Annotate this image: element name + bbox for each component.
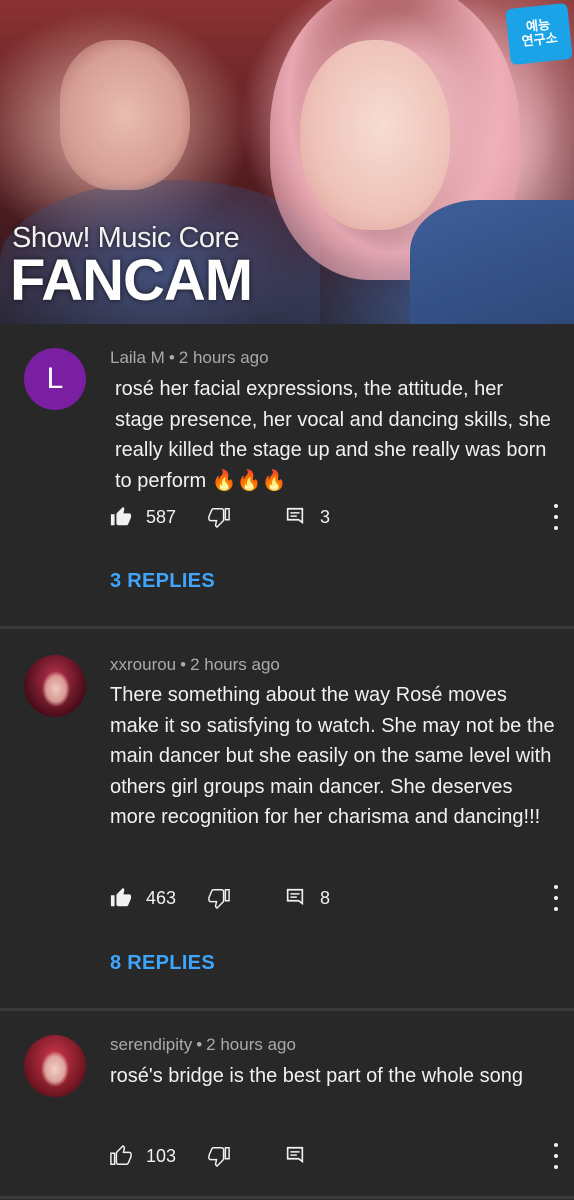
comment-actions: 587 3 [110,502,560,532]
comment-time: 2 hours ago [190,655,280,674]
comment-time: 2 hours ago [206,1035,296,1054]
meta-separator: • [196,1035,203,1054]
reply-button[interactable]: 8 [284,883,330,913]
video-thumbnail[interactable]: 예능 연구소 Show! Music Core FANCAM [0,0,574,324]
meta-separator: • [180,655,187,674]
thumbs-up-icon [110,506,132,526]
thumbs-down-icon [208,1147,230,1167]
like-button[interactable]: 587 [110,502,176,532]
avatar-letter: L [46,362,64,395]
comment-reply-icon [286,507,304,525]
more-vert-icon[interactable] [552,504,560,530]
comment-meta: serendipity • 2 hours ago [110,1035,296,1055]
dislike-button[interactable] [208,883,230,913]
comment-text: There something about the way Rosé moves… [110,684,555,828]
comment-item: xxrourou • 2 hours ago There something abo… [0,629,574,1008]
like-count: 463 [146,887,177,908]
like-button[interactable]: 463 [110,883,176,913]
view-replies-button[interactable]: 3 REPLIES [110,570,215,593]
reply-button[interactable]: 3 [284,502,330,532]
dislike-button[interactable] [208,1141,230,1171]
comment-author[interactable]: serendipity [110,1035,192,1054]
comment-author[interactable]: Laila M [110,348,165,367]
avatar[interactable] [24,655,86,717]
comment-actions: 103 [110,1141,560,1171]
thumbs-up-icon [110,1145,132,1165]
comment-author[interactable]: xxrourou [110,655,176,674]
comment-item: serendipity • 2 hours ago rosé's bridge is… [0,1011,574,1200]
avatar[interactable]: L [24,348,86,410]
reply-count: 8 [320,887,331,908]
comment-actions: 463 8 [110,883,560,913]
thumbs-down-icon [208,508,230,528]
reply-button[interactable] [284,1141,306,1171]
thumbs-up-icon [110,887,132,907]
channel-logo: 예능 연구소 [505,2,573,66]
comment-text: rosé her facial expressions, the attitud… [115,378,551,492]
comment-meta: xxrourou • 2 hours ago [110,655,280,675]
comment-reply-icon [286,888,304,906]
comment-time: 2 hours ago [178,348,269,367]
like-count: 587 [146,506,177,527]
reply-count: 3 [320,506,331,527]
view-replies-button[interactable]: 8 REPLIES [110,952,215,975]
comment-item: L Laila M • 2 hours ago rosé her facial ex… [0,324,574,626]
video-overlay-title: FANCAM [10,248,253,313]
comment-meta: Laila M • 2 hours ago [110,348,269,368]
meta-separator: • [168,348,175,367]
comment-text: rosé's bridge is the best part of the wh… [110,1065,523,1087]
thumbs-down-icon [208,889,230,909]
like-button[interactable]: 103 [110,1141,176,1171]
more-vert-icon[interactable] [552,885,560,911]
like-count: 103 [146,1145,177,1166]
divider [0,1196,574,1199]
dislike-button[interactable] [208,502,230,532]
more-vert-icon[interactable] [552,1143,560,1169]
avatar[interactable] [24,1035,86,1097]
comment-reply-icon [286,1146,304,1164]
